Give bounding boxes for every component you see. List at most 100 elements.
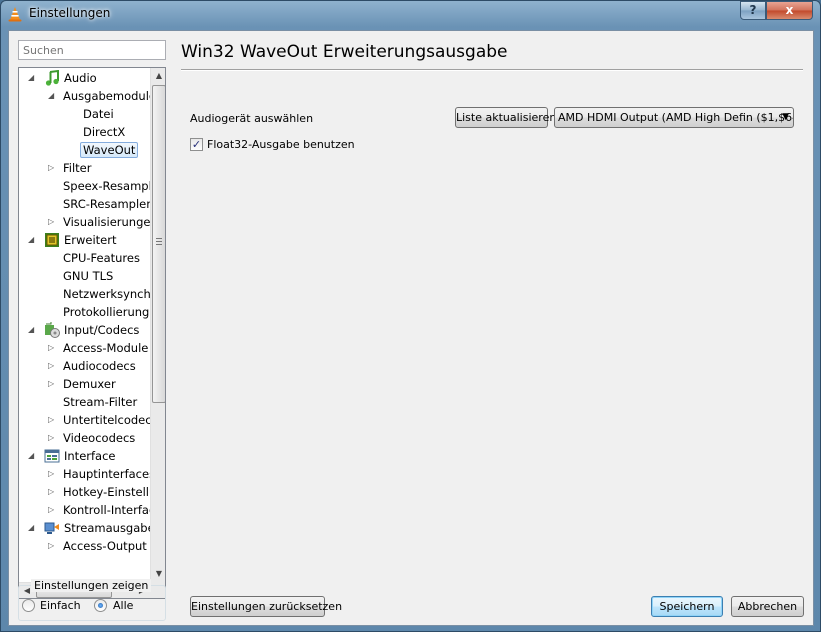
collapsed-arrow-icon[interactable]: ▷ — [48, 487, 57, 496]
simple-radio-label[interactable]: Einfach — [40, 599, 81, 612]
vertical-scroll-thumb[interactable] — [152, 85, 165, 403]
window-title: Einstellungen — [29, 6, 111, 20]
tree-item-label: Audiocodecs — [63, 359, 136, 373]
tree-item-label: DirectX — [83, 125, 126, 139]
tree-item[interactable]: CPU-Features — [19, 249, 150, 267]
music-note-icon — [44, 69, 60, 86]
audio-device-select[interactable]: AMD HDMI Output (AMD High Defin ($1,$64)… — [554, 107, 794, 128]
collapsed-arrow-icon[interactable]: ▷ — [48, 505, 57, 514]
tree-item[interactable]: ◢ Input/Codecs — [19, 321, 150, 339]
show-settings-legend: Einstellungen zeigen — [31, 579, 152, 592]
cancel-button[interactable]: Abbrechen — [731, 596, 804, 617]
collapsed-arrow-icon[interactable]: ▷ — [48, 379, 57, 388]
tree-item-label: Visualisierungen — [63, 215, 150, 229]
tree-item[interactable]: ▷ Untertitelcodecs — [19, 411, 150, 429]
all-radio[interactable] — [94, 599, 107, 612]
expanded-arrow-icon[interactable]: ◢ — [48, 91, 57, 100]
search-input[interactable] — [18, 40, 166, 60]
tree-item-label: Filter — [63, 161, 92, 175]
tree-item[interactable]: ◢ Streamausgabe — [19, 519, 150, 537]
input-codecs-icon — [44, 322, 60, 338]
tree-item[interactable]: ▷ Kontroll-Interfac — [19, 501, 150, 519]
tree-item[interactable]: ▷ Filter — [19, 159, 150, 177]
expanded-arrow-icon[interactable]: ◢ — [28, 235, 37, 244]
expanded-arrow-icon[interactable]: ◢ — [28, 73, 37, 82]
tree-item-label: Erweitert — [64, 233, 117, 247]
tree-item-label: CPU-Features — [63, 251, 140, 265]
refresh-list-button[interactable]: Liste aktualisieren — [455, 107, 556, 128]
cpu-chip-icon — [44, 232, 60, 248]
expanded-arrow-icon[interactable]: ◢ — [28, 325, 37, 334]
preferences-window: Einstellungen ? x ◢ Audio ◢ Ausgabemodule Da… — [0, 0, 821, 632]
title-bar[interactable]: Einstellungen ? x — [1, 1, 820, 27]
tree-item-label: Protokollierung — [63, 305, 150, 319]
tree-item-label: Demuxer — [63, 377, 116, 391]
simple-radio[interactable] — [22, 599, 35, 612]
float32-checkbox[interactable]: ✓ — [190, 138, 203, 151]
collapsed-arrow-icon[interactable]: ▷ — [48, 343, 57, 352]
tree-item[interactable]: ▷ Audiocodecs — [19, 357, 150, 375]
tree-item-label: Videocodecs — [63, 431, 136, 445]
tree-item[interactable]: SRC-Resampler — [19, 195, 150, 213]
tree-item[interactable]: GNU TLS — [19, 267, 150, 285]
tree-item-label: Untertitelcodecs — [63, 413, 150, 427]
collapsed-arrow-icon[interactable]: ▷ — [48, 415, 57, 424]
tree-item-label: Hauptinterfaces — [63, 467, 150, 481]
settings-tree: ◢ Audio ◢ Ausgabemodule Datei DirectX WaveOut ▷… — [18, 67, 166, 599]
collapsed-arrow-icon[interactable]: ▷ — [48, 433, 57, 442]
tree-item-label: Hotkey-Einstellu — [63, 485, 150, 499]
tree-item-label: Netzwerksynchro — [63, 287, 150, 301]
collapsed-arrow-icon[interactable]: ▷ — [48, 163, 57, 172]
scroll-down-icon[interactable]: ▼ — [151, 566, 165, 582]
tree-item[interactable]: Speex-Resampler — [19, 177, 150, 195]
scroll-up-icon[interactable]: ▲ — [151, 68, 165, 84]
device-label: Audiogerät auswählen — [190, 112, 314, 125]
tree-item-label: SRC-Resampler — [63, 197, 150, 211]
audio-device-value: AMD HDMI Output (AMD High Defin ($1,$64) — [558, 111, 794, 124]
tree-item[interactable]: ◢ Audio — [19, 69, 150, 87]
tree-item-label: Interface — [64, 449, 116, 463]
tree-item[interactable]: Netzwerksynchro — [19, 285, 150, 303]
tree-item-label: WaveOut — [80, 142, 139, 158]
collapsed-arrow-icon[interactable]: ▷ — [48, 217, 57, 226]
tree-item[interactable]: DirectX — [19, 123, 150, 141]
tree-item[interactable]: ▷ Access-Output — [19, 537, 150, 555]
tree-rows: ◢ Audio ◢ Ausgabemodule Datei DirectX WaveOut ▷… — [19, 68, 150, 582]
collapsed-arrow-icon[interactable]: ▷ — [48, 469, 57, 478]
tree-item[interactable]: ▷ Videocodecs — [19, 429, 150, 447]
tree-item[interactable]: ▷ Hotkey-Einstellu — [19, 483, 150, 501]
tree-item[interactable]: ▷ Demuxer — [19, 375, 150, 393]
tree-item[interactable]: ▷ Access-Module — [19, 339, 150, 357]
tree-item[interactable]: ▷ Hauptinterfaces — [19, 465, 150, 483]
all-radio-label[interactable]: Alle — [113, 599, 133, 612]
check-mark-icon: ✓ — [191, 138, 202, 151]
tree-vertical-scrollbar[interactable]: ▲ ▼ — [150, 68, 165, 582]
tree-item[interactable]: WaveOut — [19, 141, 150, 159]
help-button[interactable]: ? — [740, 1, 766, 20]
tree-item-label: Ausgabemodule — [63, 89, 150, 103]
tree-item[interactable]: ◢ Erweitert — [19, 231, 150, 249]
float32-label[interactable]: Float32-Ausgabe benutzen — [207, 138, 355, 151]
tree-item-label: Kontroll-Interfac — [63, 503, 150, 517]
collapsed-arrow-icon[interactable]: ▷ — [48, 361, 57, 370]
expanded-arrow-icon[interactable]: ◢ — [28, 523, 37, 532]
client-area: ◢Audio◢AusgabemoduleDateiDirectXWaveOut▷… — [8, 30, 814, 626]
vlc-cone-icon — [8, 7, 22, 22]
tree-item[interactable]: Stream-Filter — [19, 393, 150, 411]
chevron-down-icon: ▼ — [782, 112, 789, 122]
tree-item[interactable]: ◢ Ausgabemodule — [19, 87, 150, 105]
tree-item[interactable]: ▷ Visualisierungen — [19, 213, 150, 231]
tree-item-label: Streamausgabe — [64, 521, 150, 535]
save-button[interactable]: Speichern — [651, 596, 723, 617]
tree-item[interactable]: Protokollierung — [19, 303, 150, 321]
collapsed-arrow-icon[interactable]: ▷ — [48, 541, 57, 550]
tree-item-label: Audio — [64, 71, 97, 85]
tree-item[interactable]: Datei — [19, 105, 150, 123]
tree-item-label: Datei — [83, 107, 114, 121]
tree-item[interactable]: ◢ Interface — [19, 447, 150, 465]
close-button[interactable]: x — [766, 1, 813, 20]
expanded-arrow-icon[interactable]: ◢ — [28, 451, 37, 460]
tree-item-label: Speex-Resampler — [63, 179, 150, 193]
panel-separator — [181, 69, 803, 71]
reset-settings-button[interactable]: Einstellungen zurücksetzen — [190, 596, 342, 617]
